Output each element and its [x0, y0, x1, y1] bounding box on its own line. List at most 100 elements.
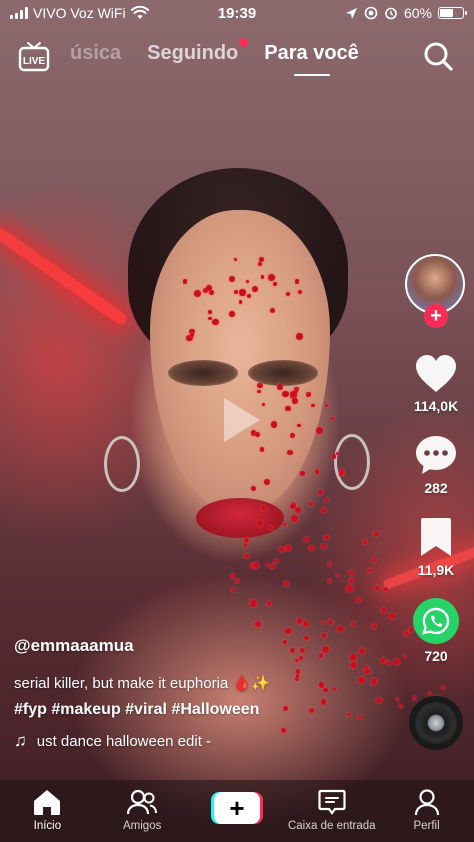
- save-button[interactable]: 11,9K: [417, 516, 455, 578]
- top-nav: LIVE úsica Seguindo Para você: [0, 36, 474, 80]
- nav-inbox-label: Caixa de entrada: [287, 820, 376, 832]
- inbox-icon: [318, 789, 346, 815]
- rhinestone: [324, 403, 328, 407]
- rhinestone: [321, 620, 325, 624]
- nav-home[interactable]: Início: [2, 788, 92, 832]
- rhinestone: [269, 307, 275, 313]
- music-note-icon: ♫: [14, 731, 27, 750]
- rhinestone: [335, 574, 340, 578]
- rhinestone: [229, 311, 236, 317]
- tab-seguindo[interactable]: Seguindo: [147, 38, 249, 65]
- rhinestone: [267, 601, 272, 606]
- friends-icon: [127, 789, 158, 815]
- action-rail: + 114,0K 282 11,9K 720: [405, 254, 467, 750]
- rhinestone: [294, 506, 301, 513]
- rhinestone: [272, 281, 278, 287]
- creator-username[interactable]: @emmaaamua: [14, 636, 374, 656]
- rhinestone: [314, 469, 319, 474]
- wifi-icon: [130, 6, 149, 19]
- rhinestone: [320, 508, 327, 514]
- music-disc-icon[interactable]: [409, 696, 463, 750]
- battery-percent: 60%: [403, 5, 432, 21]
- status-bar: VIVO Voz WiFi 19:39 60%: [0, 0, 474, 26]
- rhinestone: [234, 579, 239, 584]
- follow-button[interactable]: +: [424, 304, 448, 328]
- rhinestone: [292, 397, 299, 404]
- bottom-nav: Início Amigos + Caixa de entrada Perfil: [0, 780, 474, 842]
- create-button[interactable]: +: [210, 792, 263, 824]
- rhinestone: [302, 621, 309, 628]
- like-button[interactable]: 114,0K: [414, 354, 458, 414]
- feed-tabs: úsica Seguindo Para você: [70, 38, 404, 65]
- whatsapp-share[interactable]: [413, 598, 459, 644]
- rhinestone: [299, 471, 305, 476]
- create-icon: +: [213, 792, 260, 824]
- nav-friends-label: Amigos: [123, 820, 162, 832]
- comment-button[interactable]: 282: [414, 434, 458, 496]
- rhinestone: [306, 392, 311, 397]
- live-icon[interactable]: LIVE: [18, 40, 50, 72]
- rhinestone: [182, 279, 188, 284]
- rhinestone: [243, 537, 249, 543]
- nav-create[interactable]: +: [192, 788, 282, 824]
- save-count: 11,9K: [417, 562, 455, 578]
- rhinestone: [230, 588, 234, 592]
- rhinestone: [371, 624, 377, 629]
- rhinestone: [362, 539, 368, 544]
- rhinestone: [250, 485, 256, 491]
- rhinestone: [285, 627, 292, 634]
- rhinestone: [255, 621, 261, 627]
- video-subject-lips: [196, 498, 284, 538]
- rhinestone: [289, 503, 296, 510]
- neon-light: [0, 225, 129, 327]
- rhinestone: [316, 427, 324, 434]
- rhinestone: [387, 660, 392, 665]
- rhinestone: [328, 579, 332, 583]
- signal-icon: [10, 7, 28, 19]
- creator-avatar-wrapper[interactable]: +: [405, 254, 467, 328]
- play-icon[interactable]: [208, 390, 268, 450]
- earring: [334, 434, 370, 490]
- rhinestone: [230, 573, 235, 579]
- rhinestone: [304, 537, 309, 543]
- rhinestone: [394, 659, 401, 666]
- rhinestone: [383, 587, 389, 592]
- rhinestone: [339, 472, 343, 476]
- rhinestone: [368, 568, 372, 572]
- music-title: ust dance halloween edit -: [36, 732, 212, 750]
- search-icon[interactable]: [422, 40, 454, 72]
- nav-inbox[interactable]: Caixa de entrada: [287, 788, 377, 832]
- rhinestone: [205, 285, 212, 292]
- video-caption: @emmaaamua serial killer, but make it eu…: [14, 636, 374, 751]
- nav-profile[interactable]: Perfil: [382, 788, 472, 832]
- share-button[interactable]: 720: [413, 598, 459, 664]
- share-count: 720: [424, 648, 448, 664]
- rhinestone: [296, 618, 302, 624]
- rhinestone: [348, 570, 354, 576]
- rhinestone: [270, 564, 276, 570]
- like-count: 114,0K: [413, 398, 459, 414]
- notification-dot: [239, 38, 249, 47]
- profile-icon: [414, 789, 439, 816]
- clock: 19:39: [217, 4, 257, 22]
- rhinestone: [375, 585, 380, 591]
- rhinestone: [356, 597, 361, 602]
- rhinestone: [263, 478, 270, 485]
- rhinestone: [348, 578, 354, 584]
- music-ticker[interactable]: ♫ ust dance halloween edit -: [14, 731, 374, 751]
- tab-musica[interactable]: úsica: [70, 42, 121, 65]
- comment-count: 282: [424, 480, 448, 496]
- rhinestone: [399, 704, 403, 708]
- home-icon: [34, 790, 61, 815]
- rhinestone: [252, 561, 260, 569]
- bookmark-icon: [421, 518, 451, 556]
- rhinestone: [291, 515, 298, 522]
- nav-friends[interactable]: Amigos: [97, 788, 187, 832]
- tab-para-voce[interactable]: Para você: [264, 42, 359, 65]
- rhinestone: [374, 531, 379, 537]
- comment-icon: [416, 436, 456, 474]
- battery-icon: [438, 7, 467, 19]
- rhinestone: [257, 382, 263, 389]
- hashtags[interactable]: #fyp #makeup #viral #Halloween: [14, 701, 374, 719]
- rhinestone: [324, 498, 329, 502]
